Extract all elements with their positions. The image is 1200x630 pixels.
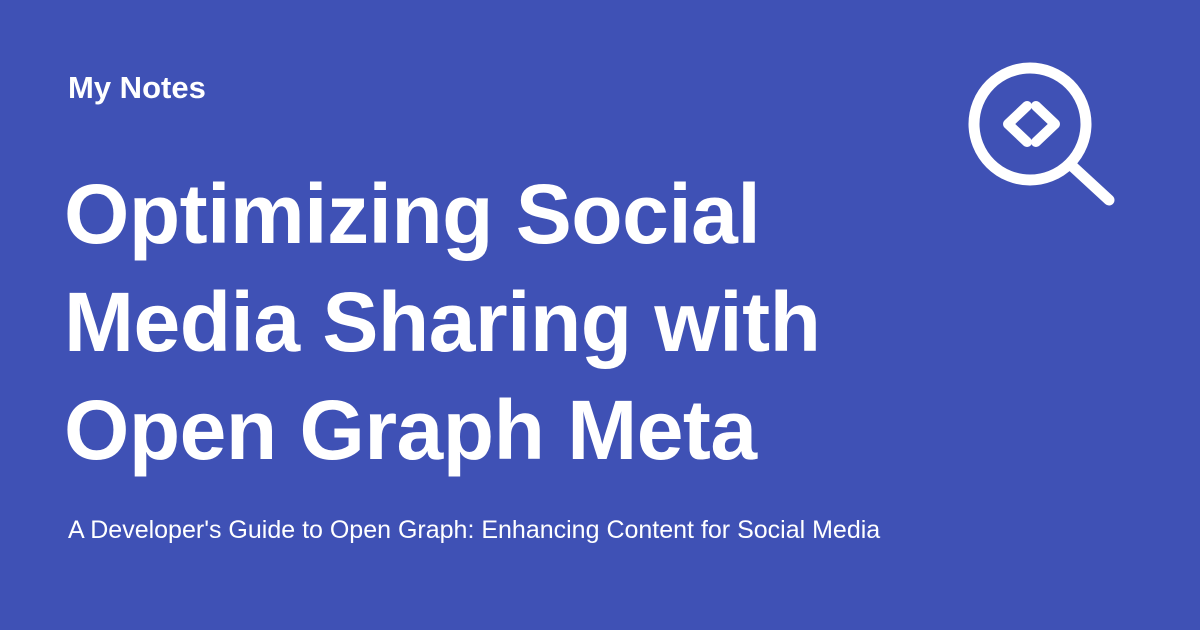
page-title: Optimizing Social Media Sharing with Ope…: [64, 167, 821, 477]
page-subtitle: A Developer's Guide to Open Graph: Enhan…: [68, 516, 881, 544]
og-image-card: My Notes Optimizing Social Media Sharing…: [0, 0, 1200, 630]
code-search-icon: [968, 62, 1115, 206]
site-name: My Notes: [68, 70, 206, 105]
